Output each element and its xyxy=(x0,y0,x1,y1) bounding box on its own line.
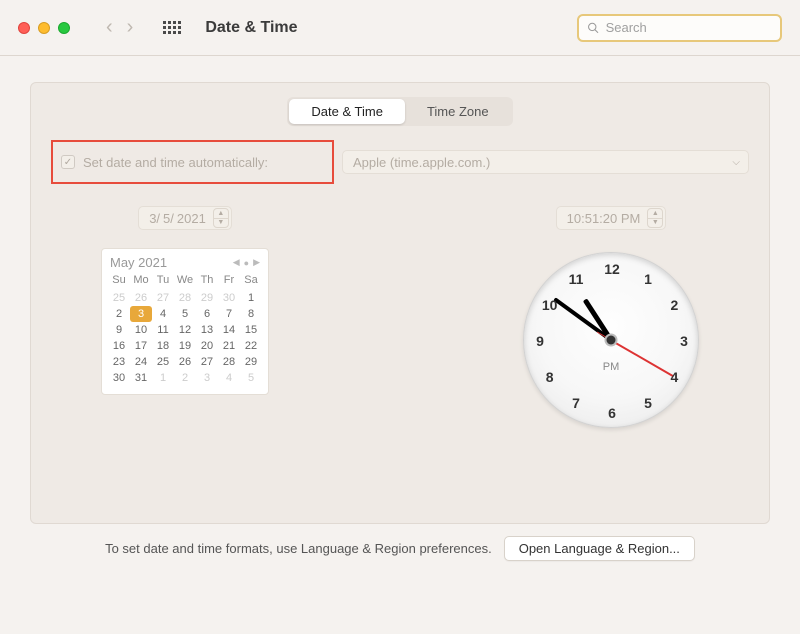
date-input[interactable]: 3/ 5/ 2021 ▲▼ xyxy=(138,206,232,230)
search-icon xyxy=(587,21,600,35)
cal-day[interactable]: 29 xyxy=(240,354,262,370)
back-button[interactable]: ‹ xyxy=(106,16,113,39)
cal-day[interactable]: 27 xyxy=(196,354,218,370)
cal-next-icon[interactable]: ▶ xyxy=(253,257,260,268)
cal-day[interactable]: 23 xyxy=(108,354,130,370)
time-stepper[interactable]: ▲▼ xyxy=(647,208,663,228)
footer-text: To set date and time formats, use Langua… xyxy=(105,541,492,556)
search-field[interactable] xyxy=(577,14,782,42)
cal-day[interactable]: 10 xyxy=(130,322,152,338)
cal-day[interactable]: 1 xyxy=(152,370,174,386)
zoom-window-button[interactable] xyxy=(58,22,70,34)
cal-day[interactable]: 2 xyxy=(108,306,130,322)
cal-day[interactable]: 7 xyxy=(218,306,240,322)
cal-dow: Su xyxy=(108,272,130,290)
cal-day[interactable]: 24 xyxy=(130,354,152,370)
cal-day[interactable]: 5 xyxy=(174,306,196,322)
calendar-title: May 2021 xyxy=(110,255,167,270)
cal-day[interactable]: 25 xyxy=(108,290,130,306)
cal-day[interactable]: 19 xyxy=(174,338,196,354)
cal-day[interactable]: 3 xyxy=(196,370,218,386)
clock-number: 6 xyxy=(608,405,616,421)
cal-day[interactable]: 8 xyxy=(240,306,262,322)
auto-datetime-label: Set date and time automatically: xyxy=(83,155,268,170)
auto-datetime-highlight: ✓ Set date and time automatically: xyxy=(51,140,334,184)
time-server-value: Apple (time.apple.com.) xyxy=(353,155,490,170)
nav-buttons: ‹ › xyxy=(106,16,133,39)
time-server-select[interactable]: Apple (time.apple.com.) ⌵ xyxy=(342,150,749,174)
cal-dow: Sa xyxy=(240,272,262,290)
close-window-button[interactable] xyxy=(18,22,30,34)
forward-button[interactable]: › xyxy=(127,16,134,39)
cal-day[interactable]: 26 xyxy=(130,290,152,306)
cal-dow: Th xyxy=(196,272,218,290)
tab-group: Date & Time Time Zone xyxy=(287,97,512,126)
clock-pin xyxy=(607,336,616,345)
cal-day[interactable]: 28 xyxy=(174,290,196,306)
cal-day[interactable]: 22 xyxy=(240,338,262,354)
cal-day[interactable]: 4 xyxy=(218,370,240,386)
analog-clock: PM 121234567891011 xyxy=(523,252,699,428)
clock-number: 5 xyxy=(644,395,652,411)
cal-day[interactable]: 15 xyxy=(240,322,262,338)
cal-day[interactable]: 12 xyxy=(174,322,196,338)
traffic-lights xyxy=(18,22,70,34)
cal-day[interactable]: 21 xyxy=(218,338,240,354)
cal-day[interactable]: 26 xyxy=(174,354,196,370)
cal-day[interactable]: 25 xyxy=(152,354,174,370)
cal-day[interactable]: 13 xyxy=(196,322,218,338)
cal-day[interactable]: 20 xyxy=(196,338,218,354)
cal-day[interactable]: 14 xyxy=(218,322,240,338)
time-input[interactable]: 10:51:20 PM ▲▼ xyxy=(556,206,667,230)
cal-day[interactable]: 30 xyxy=(218,290,240,306)
clock-number: 7 xyxy=(572,395,580,411)
window-toolbar: ‹ › Date & Time xyxy=(0,0,800,56)
clock-number: 12 xyxy=(604,261,620,277)
cal-day[interactable]: 16 xyxy=(108,338,130,354)
cal-day[interactable]: 1 xyxy=(240,290,262,306)
tab-date-time[interactable]: Date & Time xyxy=(289,99,405,124)
cal-day[interactable]: 29 xyxy=(196,290,218,306)
window-title: Date & Time xyxy=(205,19,297,37)
cal-day[interactable]: 3 xyxy=(130,306,152,322)
cal-day[interactable]: 9 xyxy=(108,322,130,338)
clock-number: 2 xyxy=(670,297,678,313)
cal-day[interactable]: 17 xyxy=(130,338,152,354)
cal-day[interactable]: 5 xyxy=(240,370,262,386)
cal-day[interactable]: 28 xyxy=(218,354,240,370)
cal-day[interactable]: 31 xyxy=(130,370,152,386)
open-language-region-button[interactable]: Open Language & Region... xyxy=(504,536,695,561)
cal-prev-icon[interactable]: ◀ xyxy=(233,257,240,268)
cal-day[interactable]: 27 xyxy=(152,290,174,306)
cal-dow: Fr xyxy=(218,272,240,290)
clock-number: 4 xyxy=(670,369,678,385)
cal-day[interactable]: 4 xyxy=(152,306,174,322)
clock-number: 1 xyxy=(644,271,652,287)
clock-number: 11 xyxy=(569,271,584,287)
clock-number: 3 xyxy=(680,333,688,349)
datetime-panel: Date & Time Time Zone ✓ Set date and tim… xyxy=(30,82,770,524)
clock-ampm: PM xyxy=(603,361,620,373)
chevron-down-icon: ⌵ xyxy=(732,157,740,168)
tab-time-zone[interactable]: Time Zone xyxy=(405,99,511,124)
cal-dow: Mo xyxy=(130,272,152,290)
cal-today-icon[interactable]: ● xyxy=(244,258,249,268)
cal-dow: We xyxy=(174,272,196,290)
cal-day[interactable]: 11 xyxy=(152,322,174,338)
minimize-window-button[interactable] xyxy=(38,22,50,34)
cal-day[interactable]: 2 xyxy=(174,370,196,386)
second-hand xyxy=(611,339,674,376)
cal-day[interactable]: 30 xyxy=(108,370,130,386)
clock-number: 9 xyxy=(536,333,544,349)
calendar[interactable]: May 2021 ◀ ● ▶ SuMoTuWeThFrSa25262728293… xyxy=(101,248,269,395)
show-all-prefs-button[interactable] xyxy=(163,21,181,34)
cal-day[interactable]: 6 xyxy=(196,306,218,322)
date-stepper[interactable]: ▲▼ xyxy=(213,208,229,228)
search-input[interactable] xyxy=(606,20,772,35)
clock-number: 10 xyxy=(542,297,558,313)
auto-datetime-checkbox[interactable]: ✓ xyxy=(61,155,75,169)
cal-dow: Tu xyxy=(152,272,174,290)
clock-number: 8 xyxy=(546,369,554,385)
cal-day[interactable]: 18 xyxy=(152,338,174,354)
